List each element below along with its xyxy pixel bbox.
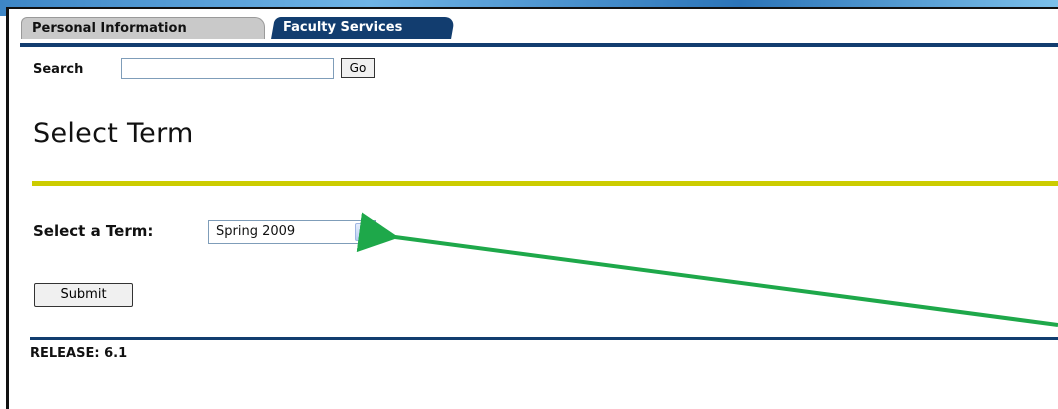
- page-title: Select Term: [33, 118, 194, 149]
- submit-button[interactable]: Submit: [34, 283, 133, 307]
- term-label: Select a Term:: [33, 222, 154, 240]
- term-select-value: Spring 2009: [216, 224, 296, 239]
- term-select[interactable]: Spring 2009 ▼: [208, 220, 376, 244]
- footer-divider: [30, 337, 1058, 340]
- release-label: RELEASE: 6.1: [30, 346, 128, 361]
- title-divider: [32, 181, 1058, 186]
- tab-underline: [20, 43, 1058, 47]
- tab-personal-information[interactable]: Personal Information: [21, 17, 265, 39]
- search-label: Search: [33, 62, 84, 77]
- tab-faculty-services-label: Faculty Services: [283, 20, 403, 35]
- tab-personal-information-label: Personal Information: [32, 21, 187, 36]
- go-button[interactable]: Go: [341, 58, 375, 78]
- tab-faculty-services[interactable]: Faculty Services: [271, 17, 455, 39]
- chevron-down-icon[interactable]: ▼: [355, 223, 373, 241]
- search-input[interactable]: [121, 58, 334, 79]
